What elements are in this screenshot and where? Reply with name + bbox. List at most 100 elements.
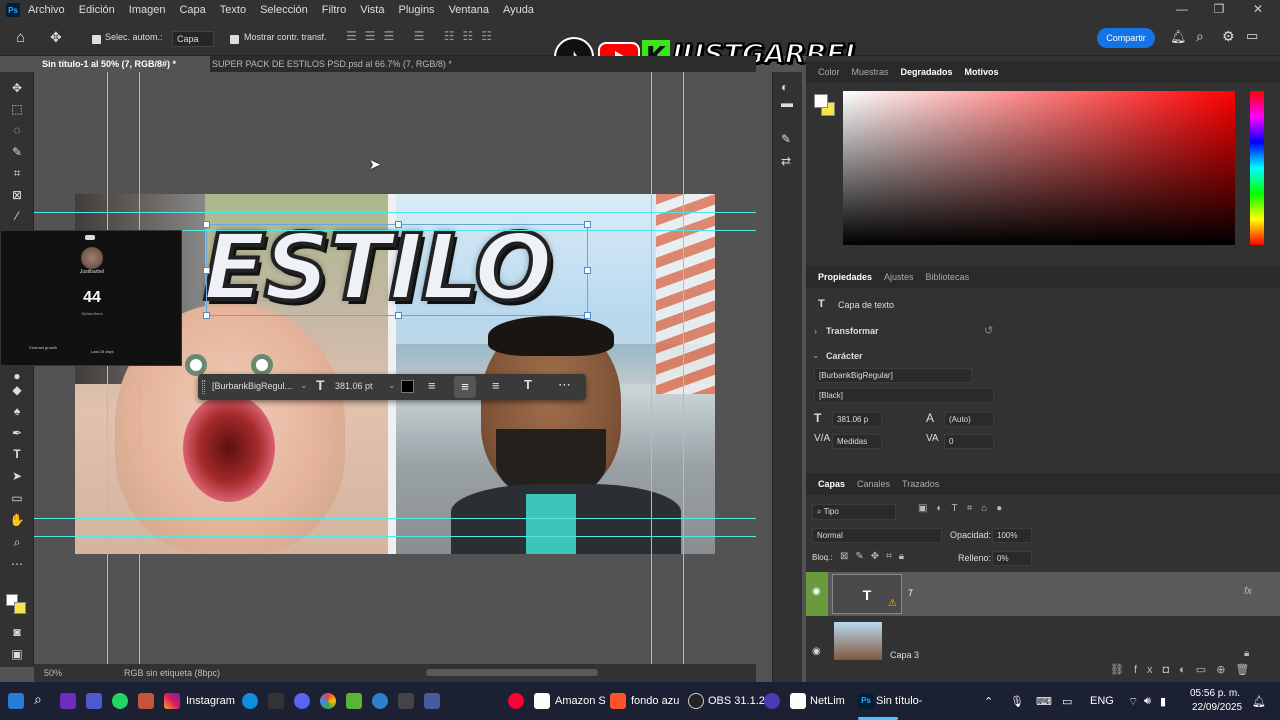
color-picker-field[interactable] <box>843 91 1235 245</box>
pen-tool-icon[interactable]: ✒ <box>8 425 26 441</box>
tracking-field[interactable]: 0 <box>944 434 994 449</box>
auto-select-checkbox[interactable] <box>92 33 105 45</box>
horizontal-scrollbar[interactable] <box>426 669 598 676</box>
search-icon[interactable]: ⌕ <box>34 691 42 708</box>
tab-ajustes[interactable]: Ajustes <box>884 272 914 282</box>
app-icon-8[interactable] <box>764 693 780 709</box>
fill-field[interactable]: 0% <box>992 551 1032 566</box>
tray-chevron-icon[interactable]: ⌃ <box>984 695 993 708</box>
quick-mask-icon[interactable]: ◙ <box>8 624 26 640</box>
app-icon-2[interactable] <box>138 693 154 709</box>
marquee-tool-icon[interactable]: ⬚ <box>8 101 26 117</box>
comments-icon[interactable]: ▬ <box>781 96 793 110</box>
font-size-field[interactable]: 381.06 p <box>832 412 882 427</box>
move-tool-icon[interactable]: ✥ <box>8 80 26 96</box>
menu-seleccion[interactable]: Selección <box>260 4 308 16</box>
menu-capa[interactable]: Capa <box>179 4 205 16</box>
history-icon[interactable]: ◐ <box>781 80 788 94</box>
wifi-icon[interactable]: ⌔ <box>1128 695 1138 709</box>
tab-capas[interactable]: Capas <box>818 479 845 489</box>
workspace-icon[interactable]: ▭ <box>1246 28 1258 44</box>
blur-tool-icon[interactable]: ♠ <box>8 403 26 419</box>
bell-icon[interactable]: 🔔︎ <box>1170 29 1187 45</box>
taskbar-photoshop[interactable]: Sin título- <box>876 695 922 707</box>
align-center-icon[interactable]: ≡ <box>454 376 476 398</box>
chevron-right-icon[interactable]: › <box>814 326 817 336</box>
menu-ayuda[interactable]: Ayuda <box>503 4 534 16</box>
align-left-icon[interactable]: ≡ <box>428 378 436 393</box>
menu-vista[interactable]: Vista <box>360 4 384 16</box>
kerning-field[interactable]: Medidas <box>832 434 882 449</box>
microphone-icon[interactable]: 🎙︎ <box>1010 695 1024 708</box>
show-transform-checkbox[interactable] <box>230 33 243 45</box>
gear-icon[interactable]: ⚙ <box>1222 28 1235 45</box>
app-icon-4[interactable] <box>346 693 362 709</box>
context-size-field[interactable]: 381.06 pt <box>335 381 373 391</box>
tab-color[interactable]: Color <box>818 67 840 77</box>
tab-super-pack[interactable]: SUPER PACK DE ESTILOS PSD.psd al 66.7% (… <box>204 56 466 85</box>
taskbar-obs[interactable]: OBS 31.1.2 <box>708 695 765 707</box>
app-icon-7[interactable] <box>424 693 440 709</box>
taskbar-amazon[interactable]: Amazon S <box>555 695 606 707</box>
tab-degradados[interactable]: Degradados <box>901 67 953 77</box>
layer-filter-dropdown[interactable]: ⌕ Tipo <box>812 504 896 520</box>
photoshop-taskbar-icon[interactable]: Ps <box>858 693 874 709</box>
chrome-icon[interactable] <box>320 693 336 709</box>
hand-tool-icon[interactable]: ✋ <box>8 512 26 528</box>
crop-tool-icon[interactable]: ⌗ <box>8 165 26 181</box>
eye-icon[interactable]: ◉ <box>812 646 821 657</box>
home-icon[interactable]: ⌂ <box>16 29 25 46</box>
taskbar-netlim[interactable]: NetLim <box>810 695 845 707</box>
eye-icon[interactable]: ◉ <box>812 586 821 597</box>
blend-mode-dropdown[interactable]: Normal <box>812 528 942 543</box>
menu-archivo[interactable]: Archivo <box>28 4 65 16</box>
align-buttons[interactable]: ☰☰☰ ☰ ☷☷☷ <box>346 29 500 43</box>
opacity-field[interactable]: 100% <box>992 528 1032 543</box>
layer-name[interactable]: 7 <box>908 588 913 598</box>
quick-select-tool-icon[interactable]: ✎ <box>8 144 26 160</box>
leading-field[interactable]: (Auto) <box>944 412 994 427</box>
menu-plugins[interactable]: Plugins <box>398 4 434 16</box>
tab-motivos[interactable]: Motivos <box>965 67 999 77</box>
battery-icon[interactable]: ▮ <box>1160 695 1166 708</box>
clock-date[interactable]: 22/09/2025 <box>1192 702 1242 713</box>
zoom-level[interactable]: 50% <box>44 668 62 678</box>
whatsapp-icon[interactable] <box>112 693 128 709</box>
share-button[interactable]: Compartir <box>1097 28 1155 48</box>
chevron-down-icon[interactable]: ⌄ <box>812 350 820 361</box>
youtube-icon[interactable] <box>508 693 524 709</box>
rectangle-tool-icon[interactable]: ▭ <box>8 490 26 506</box>
edge-icon[interactable] <box>242 693 258 709</box>
chevron-down-icon[interactable]: ⌄ <box>388 380 396 391</box>
hue-slider[interactable] <box>1250 91 1264 245</box>
close-icon[interactable]: ✕ <box>1248 2 1268 16</box>
brave-icon[interactable] <box>610 693 626 709</box>
brush-settings-icon[interactable]: ✎ <box>781 132 791 146</box>
language-indicator[interactable]: ENG <box>1090 695 1114 707</box>
search-icon[interactable]: ⌕ <box>1196 28 1204 45</box>
fx-icon[interactable]: fx <box>1244 586 1252 597</box>
app-icon-3[interactable] <box>268 693 284 709</box>
fill-tool-icon[interactable]: ◆ <box>8 382 26 398</box>
notification-icon[interactable]: 🔔︎ <box>1252 695 1266 708</box>
zoom-tool-icon[interactable]: ⌕ <box>8 534 26 550</box>
more-options-icon[interactable]: ⋯ <box>558 377 571 393</box>
layer-row-text[interactable]: ◉ T ⚠ 7 fx <box>806 572 1280 616</box>
character-section[interactable]: Carácter <box>826 351 863 361</box>
adjustments-icon[interactable]: ⇄ <box>781 154 791 168</box>
tab-canales[interactable]: Canales <box>857 479 890 489</box>
app-icon-5[interactable] <box>372 693 388 709</box>
eyedropper-tool-icon[interactable]: ⁄ <box>8 208 26 224</box>
display-icon[interactable]: ▭ <box>1062 695 1072 708</box>
menu-edicion[interactable]: Edición <box>79 4 115 16</box>
menu-imagen[interactable]: Imagen <box>129 4 166 16</box>
volume-icon[interactable]: 🔊︎ <box>1144 695 1151 708</box>
lasso-tool-icon[interactable]: ◌ <box>8 122 26 138</box>
restore-icon[interactable]: ❐ <box>1209 2 1229 16</box>
app-icon-6[interactable] <box>398 693 414 709</box>
canvas-area[interactable]: ESTILO [BurbankBigRegul... ⌄ T 381.06 pt… <box>34 72 756 667</box>
path-select-tool-icon[interactable]: ➤ <box>8 468 26 484</box>
chevron-down-icon[interactable]: ⌄ <box>300 380 308 391</box>
app-icon-1[interactable] <box>60 693 76 709</box>
text-color-swatch[interactable] <box>401 380 414 393</box>
